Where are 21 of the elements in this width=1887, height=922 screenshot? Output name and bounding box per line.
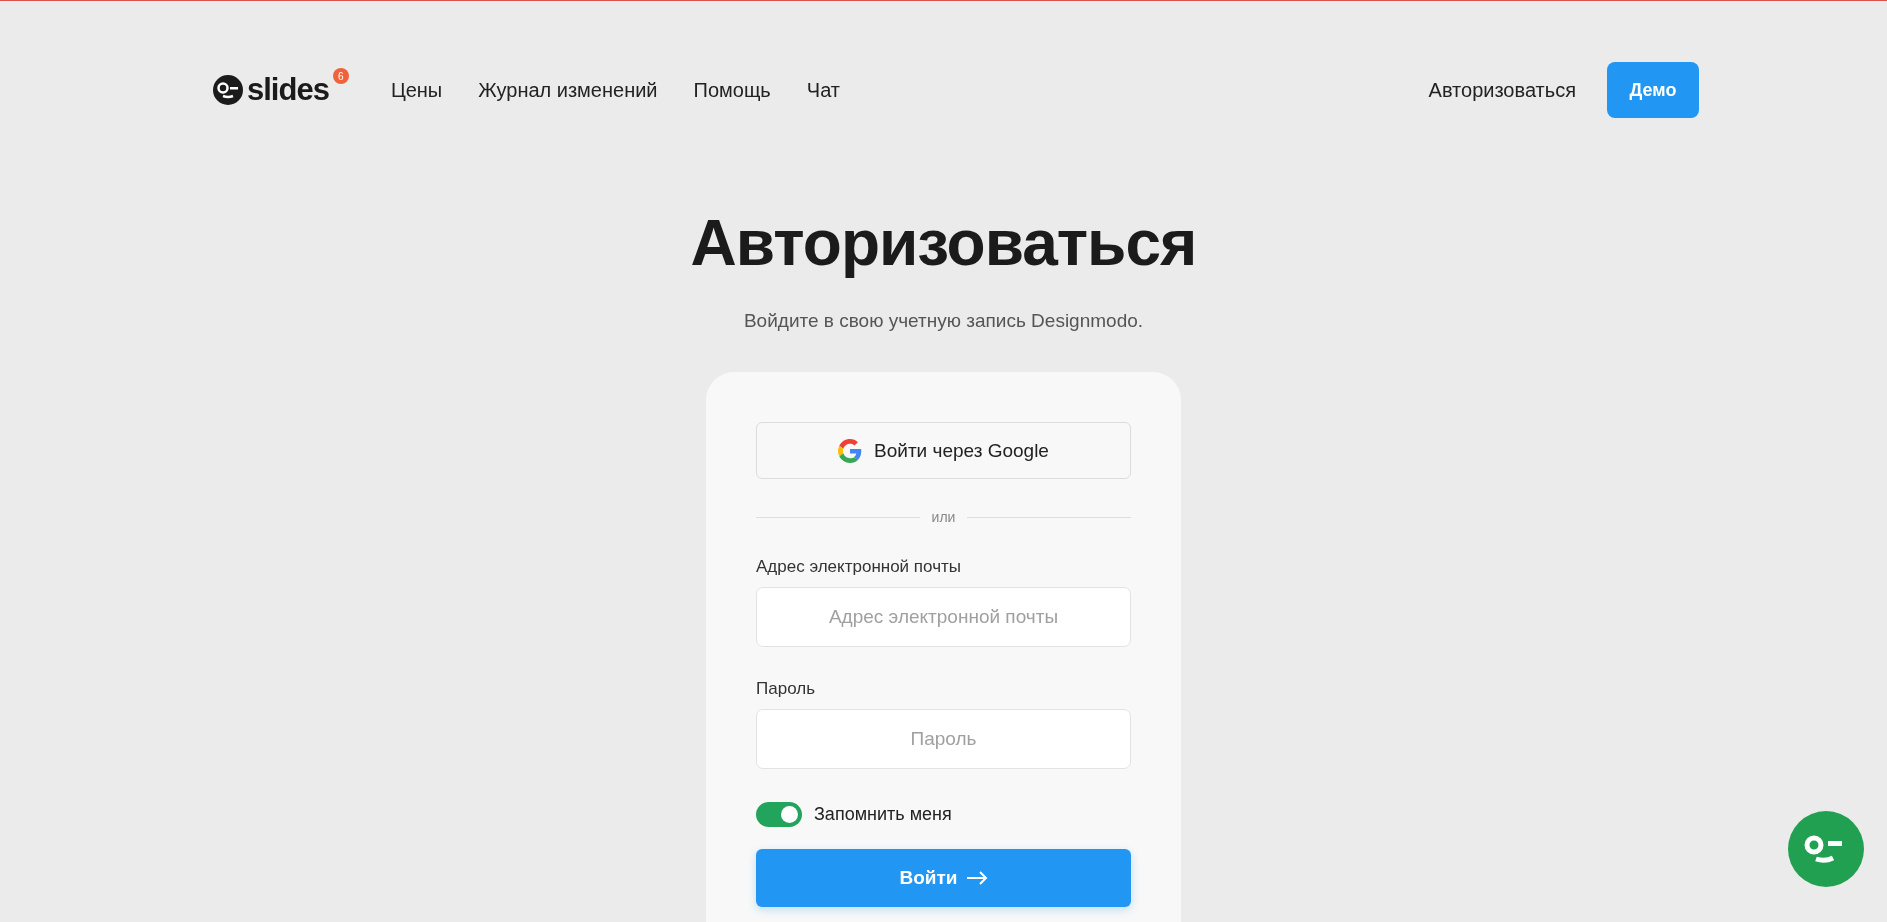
nav-link[interactable]: Журнал изменений — [478, 78, 658, 102]
nav-link[interactable]: Цены — [390, 78, 443, 102]
field-label: Пароль — [756, 679, 816, 699]
logo-icon — [213, 75, 243, 105]
logo-text: slides — [247, 72, 329, 108]
notification-badge: 6 — [332, 68, 349, 84]
input-field[interactable]: Адрес электронной почты — [756, 587, 1131, 647]
google-signin-button[interactable]: Войти через Google — [756, 422, 1131, 479]
nav-link[interactable]: Помощь — [693, 78, 771, 102]
remember-label: Запомнить меня — [814, 804, 952, 825]
field-label: Адрес электронной почты — [756, 557, 962, 577]
google-icon — [838, 438, 863, 463]
chat-bubble-button[interactable] — [1788, 811, 1864, 887]
nav-link[interactable]: Чат — [806, 78, 840, 102]
page-title: Авторизоваться — [690, 206, 1197, 280]
subtitle: Войдите в свою учетную запись Designmodo. — [743, 310, 1144, 332]
remember-toggle[interactable] — [756, 802, 802, 827]
login-link[interactable]: Авторизоваться — [1428, 78, 1576, 102]
input-field[interactable]: Пароль — [756, 709, 1131, 769]
divider-label: или — [931, 509, 956, 525]
arrow-icon — [965, 871, 988, 885]
